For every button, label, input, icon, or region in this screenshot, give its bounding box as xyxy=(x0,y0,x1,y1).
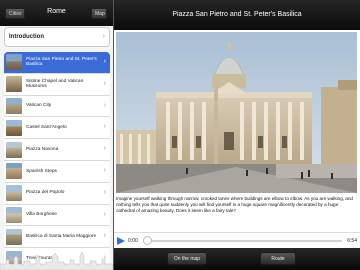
sight-thumbnail xyxy=(6,76,22,93)
progress-track[interactable] xyxy=(146,240,342,242)
chevron-right-icon: › xyxy=(103,188,106,196)
list-item-label: Basilica di Santa Maria Maggiore xyxy=(26,233,97,239)
list-item-sistine-chapel[interactable]: Sistine Chapel and Vatican Museums › xyxy=(4,73,110,96)
on-the-map-button[interactable]: On the map xyxy=(167,252,207,265)
list-item-spanish-steps[interactable]: Spanish Steps › xyxy=(4,160,110,183)
sights-list: Piazza San Pietro and St. Peter's Basili… xyxy=(4,52,110,270)
progress-slider-knob[interactable] xyxy=(143,236,152,245)
sight-description: Imagine yourself walking through narrow,… xyxy=(116,196,353,213)
list-item-castel-santangelo[interactable]: Castel Sant'Angelo › xyxy=(4,117,110,140)
list-item-label: Piazza Navona xyxy=(26,146,59,152)
duration: 6:54 xyxy=(347,238,357,244)
list-item-label: Piazza del Popolo xyxy=(26,190,65,196)
list-item-vatican-city[interactable]: Vatican City › xyxy=(4,95,110,118)
list-item-label: Spanish Steps xyxy=(26,168,57,174)
list-item-label: Vatican City xyxy=(26,103,52,109)
sight-thumbnail xyxy=(6,228,22,245)
chevron-right-icon: › xyxy=(103,58,106,65)
chevron-right-icon: › xyxy=(103,232,106,240)
list-item-villa-borghese[interactable]: Villa Borghese › xyxy=(4,204,110,227)
sight-thumbnail xyxy=(6,97,22,114)
map-button[interactable]: Map xyxy=(91,8,107,19)
list-item-piazza-del-popolo[interactable]: Piazza del Popolo › xyxy=(4,182,110,205)
chevron-right-icon: › xyxy=(103,145,106,153)
list-item-label: Castel Sant'Angelo xyxy=(26,124,67,130)
list-item-label: Villa Borghese xyxy=(26,212,57,218)
sight-thumbnail xyxy=(6,141,22,158)
basilica-illustration xyxy=(116,32,357,193)
chevron-right-icon: › xyxy=(103,210,106,218)
chevron-right-icon: › xyxy=(103,101,106,109)
chevron-right-icon: › xyxy=(103,79,106,87)
introduction-label: Introduction xyxy=(9,34,44,40)
rome-skyline-icon xyxy=(0,251,113,270)
page-title: Piazza San Pietro and St. Peter's Basili… xyxy=(172,11,302,18)
sight-thumbnail xyxy=(6,163,22,180)
route-button[interactable]: Route xyxy=(260,252,296,265)
sidebar-header: Cities Rome Map xyxy=(0,0,113,26)
list-item-piazza-navona[interactable]: Piazza Navona › xyxy=(4,139,110,161)
bottom-toolbar: On the map Route xyxy=(114,248,360,270)
sight-thumbnail xyxy=(6,206,22,223)
play-icon[interactable] xyxy=(117,237,125,245)
list-item-santa-maria-maggiore[interactable]: Basilica di Santa Maria Maggiore › xyxy=(4,226,110,249)
chevron-right-icon: › xyxy=(102,33,105,40)
current-time: 0:00 xyxy=(128,238,138,244)
list-item-label: Sistine Chapel and Vatican Museums xyxy=(26,78,84,90)
chevron-right-icon: › xyxy=(103,123,106,131)
introduction-item[interactable]: Introduction › xyxy=(4,27,110,47)
detail-pane: Piazza San Pietro and St. Peter's Basili… xyxy=(114,0,360,270)
sight-thumbnail xyxy=(6,119,22,136)
sight-thumbnail xyxy=(6,185,22,202)
chevron-right-icon: › xyxy=(103,166,106,174)
detail-header: Piazza San Pietro and St. Peter's Basili… xyxy=(114,0,360,30)
list-item-st-peters[interactable]: Piazza San Pietro and St. Peter's Basili… xyxy=(4,52,110,74)
list-item-label: Piazza San Pietro and St. Peter's Basili… xyxy=(26,56,97,68)
st-peters-basilica-photo xyxy=(116,32,357,193)
audio-player: 0:00 6:54 xyxy=(114,232,360,248)
sidebar: Cities Rome Map Introduction › Piazza Sa… xyxy=(0,0,113,270)
sight-thumbnail xyxy=(6,54,22,71)
